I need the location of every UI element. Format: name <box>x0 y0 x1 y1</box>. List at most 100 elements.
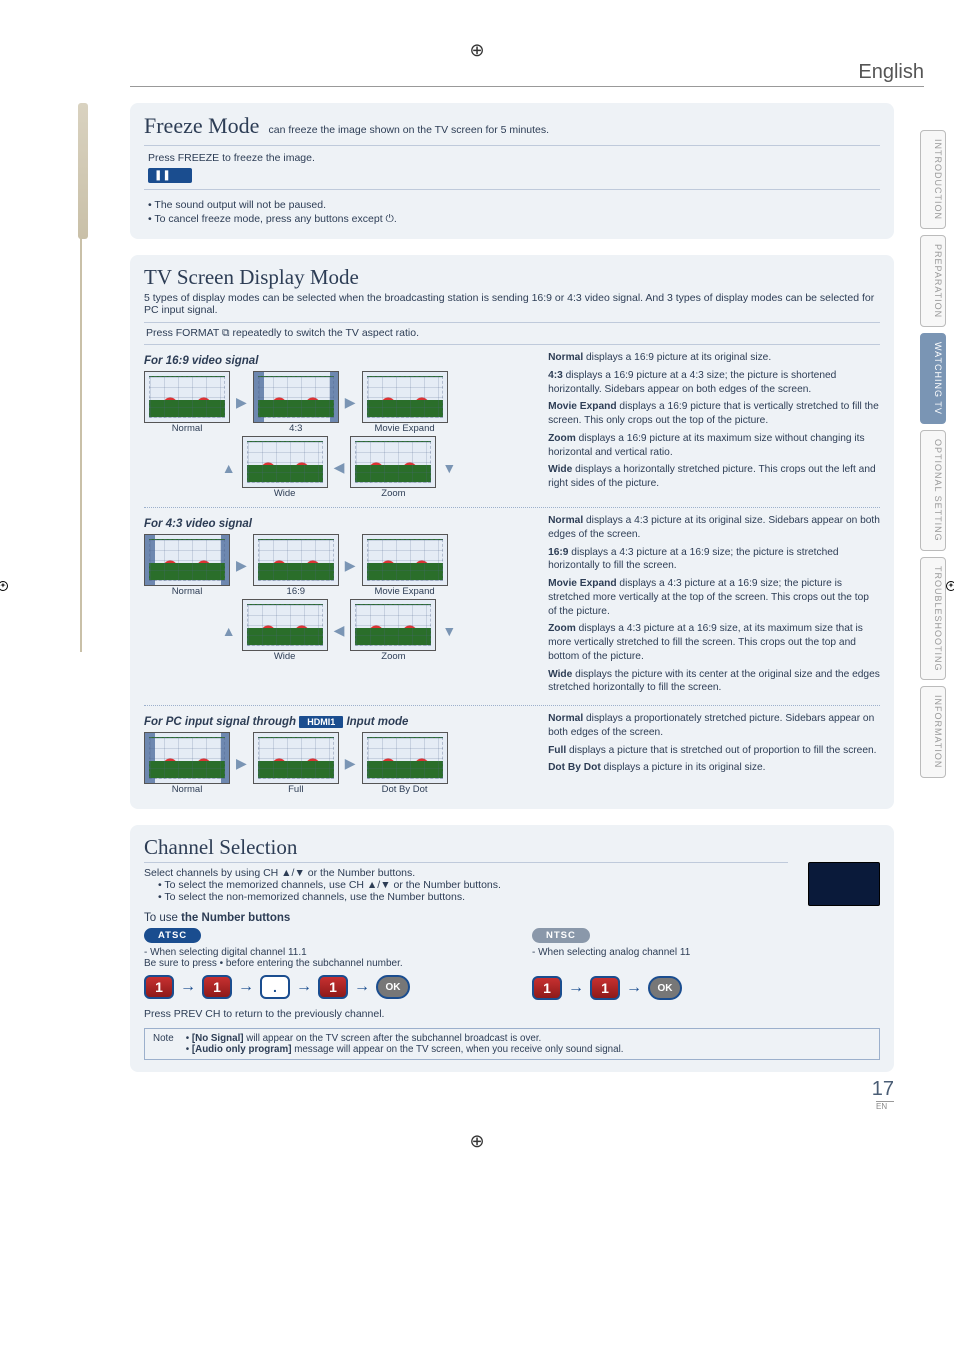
display-mode-section: TV Screen Display Mode 5 types of displa… <box>130 255 894 809</box>
label-zoom-43: Zoom <box>381 651 405 662</box>
note-1: will appear on the TV screen after the s… <box>244 1033 542 1044</box>
freeze-notes: The sound output will not be paused. To … <box>144 198 880 227</box>
arrow-right-icon: → <box>568 979 584 997</box>
arrow-right-icon: ▶ <box>345 557 356 574</box>
key-ok[interactable]: OK <box>376 975 410 999</box>
arrow-right-icon: ▶ <box>236 557 247 574</box>
desc-169: Normal displays a 16:9 picture at its or… <box>548 351 880 501</box>
arrow-down-icon: ▼ <box>442 623 456 639</box>
arrow-right-icon: → <box>296 978 312 996</box>
display-title: TV Screen Display Mode <box>144 265 880 290</box>
arrow-right-icon: → <box>180 978 196 996</box>
ntsc-pill: NTSC <box>532 928 590 943</box>
arrow-up-icon: ▲ <box>222 623 236 639</box>
key-1[interactable]: 1 <box>532 976 562 1000</box>
label-pc-full: Full <box>288 784 303 795</box>
channel-intro: Select channels by using CH ▲/▼ or the N… <box>144 862 788 879</box>
desc-43: Normal displays a 4:3 picture at its ori… <box>548 514 880 699</box>
thumb-wide <box>242 436 328 488</box>
crop-mark-right <box>946 581 954 591</box>
arrow-left-icon: ◀ <box>334 459 345 476</box>
channel-bullet-2: To select the non-memorized channels, us… <box>158 891 788 903</box>
freeze-subtitle: can freeze the image shown on the TV scr… <box>269 124 550 136</box>
key-1[interactable]: 1 <box>318 975 348 999</box>
label-pc-dot: Dot By Dot <box>382 784 428 795</box>
label-movie-expand-43: Movie Expand <box>374 586 434 597</box>
hdmi-badge: HDMI1 <box>299 716 343 728</box>
thumb-zoom-43 <box>350 599 436 651</box>
arrow-right-icon: ▶ <box>345 755 356 772</box>
section-accent-bar <box>78 103 88 239</box>
label-pc-normal: Normal <box>172 784 203 795</box>
thumb-pc-normal <box>144 732 230 784</box>
tab-troubleshooting[interactable]: TROUBLESHOOTING <box>920 557 946 681</box>
key-1[interactable]: 1 <box>590 976 620 1000</box>
tab-introduction[interactable]: INTRODUCTION <box>920 130 946 229</box>
channel-selection-section: Channel Selection Select channels by usi… <box>130 825 894 1072</box>
arrow-down-icon: ▼ <box>442 460 456 476</box>
language-header: English <box>130 61 924 87</box>
registration-mark: ⊕ <box>30 40 924 61</box>
ntsc-line1: - When selecting analog channel 11 <box>532 947 880 958</box>
arrow-right-icon: → <box>354 978 370 996</box>
tab-watching-tv[interactable]: WATCHING TV <box>920 333 946 424</box>
numbers-title: To use To use the Number buttonsthe Numb… <box>144 912 880 924</box>
label-wide-43: Wide <box>274 651 296 662</box>
key-1[interactable]: 1 <box>202 975 232 999</box>
arrow-left-icon: ◀ <box>334 622 345 639</box>
key-1[interactable]: 1 <box>144 975 174 999</box>
side-nav: INTRODUCTION PREPARATION WATCHING TV OPT… <box>920 130 946 778</box>
label-movie-expand: Movie Expand <box>374 423 434 434</box>
prev-ch-line: Press PREV CH to return to the previousl… <box>144 1008 880 1020</box>
arrow-right-icon: ▶ <box>236 394 247 411</box>
thumb-normal <box>144 371 230 423</box>
key-ok[interactable]: OK <box>648 976 682 1000</box>
label-wide: Wide <box>274 488 296 499</box>
freeze-note-2: To cancel freeze mode, press any buttons… <box>148 212 880 227</box>
page-number: 17 EN <box>130 1078 894 1111</box>
note-2: message will appear on the TV screen, wh… <box>291 1044 623 1055</box>
display-press-line: Press FORMAT ⧉ repeatedly to switch the … <box>144 322 880 345</box>
atsc-sequence: 1→ 1→ .→ 1→ OK <box>144 975 492 999</box>
thumb-pc-full <box>253 732 339 784</box>
label-normal: Normal <box>172 423 203 434</box>
ntsc-sequence: 1 → 1 → OK <box>532 976 880 1000</box>
freeze-note-1: The sound output will not be paused. <box>148 198 880 212</box>
label-normal-43: Normal <box>172 586 203 597</box>
note-label: Note <box>153 1033 174 1055</box>
pc-title: For PC input signal through HDMI1 Input … <box>144 716 534 728</box>
channel-bullets: To select the memorized channels, use CH… <box>144 879 788 903</box>
note-box: Note • [No Signal] will appear on the TV… <box>144 1028 880 1060</box>
tv-preview-blank <box>808 862 880 906</box>
arrow-right-icon: ▶ <box>236 755 247 772</box>
arrow-right-icon: → <box>626 979 642 997</box>
atsc-line2: Be sure to press • before entering the s… <box>144 958 492 969</box>
thumb-pc-dot <box>362 732 448 784</box>
tab-information[interactable]: INFORMATION <box>920 686 946 777</box>
registration-mark-bottom: ⊕ <box>30 1131 924 1152</box>
tab-optional-setting[interactable]: OPTIONAL SETTING <box>920 430 946 551</box>
freeze-press-line: Press FREEZE to freeze the image. <box>148 152 315 164</box>
thumb-16-9 <box>253 534 339 586</box>
arrow-up-icon: ▲ <box>222 460 236 476</box>
label-4-3: 4:3 <box>289 423 302 434</box>
arrow-right-icon: ▶ <box>345 394 356 411</box>
pause-icon: ❚❚ <box>148 168 192 183</box>
channel-title: Channel Selection <box>144 835 880 860</box>
key-dot[interactable]: . <box>260 975 290 999</box>
thumb-wide-43 <box>242 599 328 651</box>
label-16-9: 16:9 <box>287 586 306 597</box>
crop-mark-left <box>0 581 8 591</box>
thumb-movie-expand-43 <box>362 534 448 586</box>
thumb-4-3 <box>253 371 339 423</box>
thumb-zoom <box>350 436 436 488</box>
label-zoom: Zoom <box>381 488 405 499</box>
sig169-title: For 16:9 video signal <box>144 355 534 367</box>
desc-pc: Normal displays a proportionately stretc… <box>548 712 880 797</box>
freeze-instruction: Press FREEZE to freeze the image. ❚❚ <box>144 145 880 190</box>
freeze-mode-section: Freeze Mode can freeze the image shown o… <box>130 103 894 239</box>
atsc-line1: - When selecting digital channel 11.1 <box>144 947 492 958</box>
channel-bullet-1: To select the memorized channels, use CH… <box>158 879 788 891</box>
tab-preparation[interactable]: PREPARATION <box>920 235 946 327</box>
display-intro: 5 types of display modes can be selected… <box>144 292 880 316</box>
